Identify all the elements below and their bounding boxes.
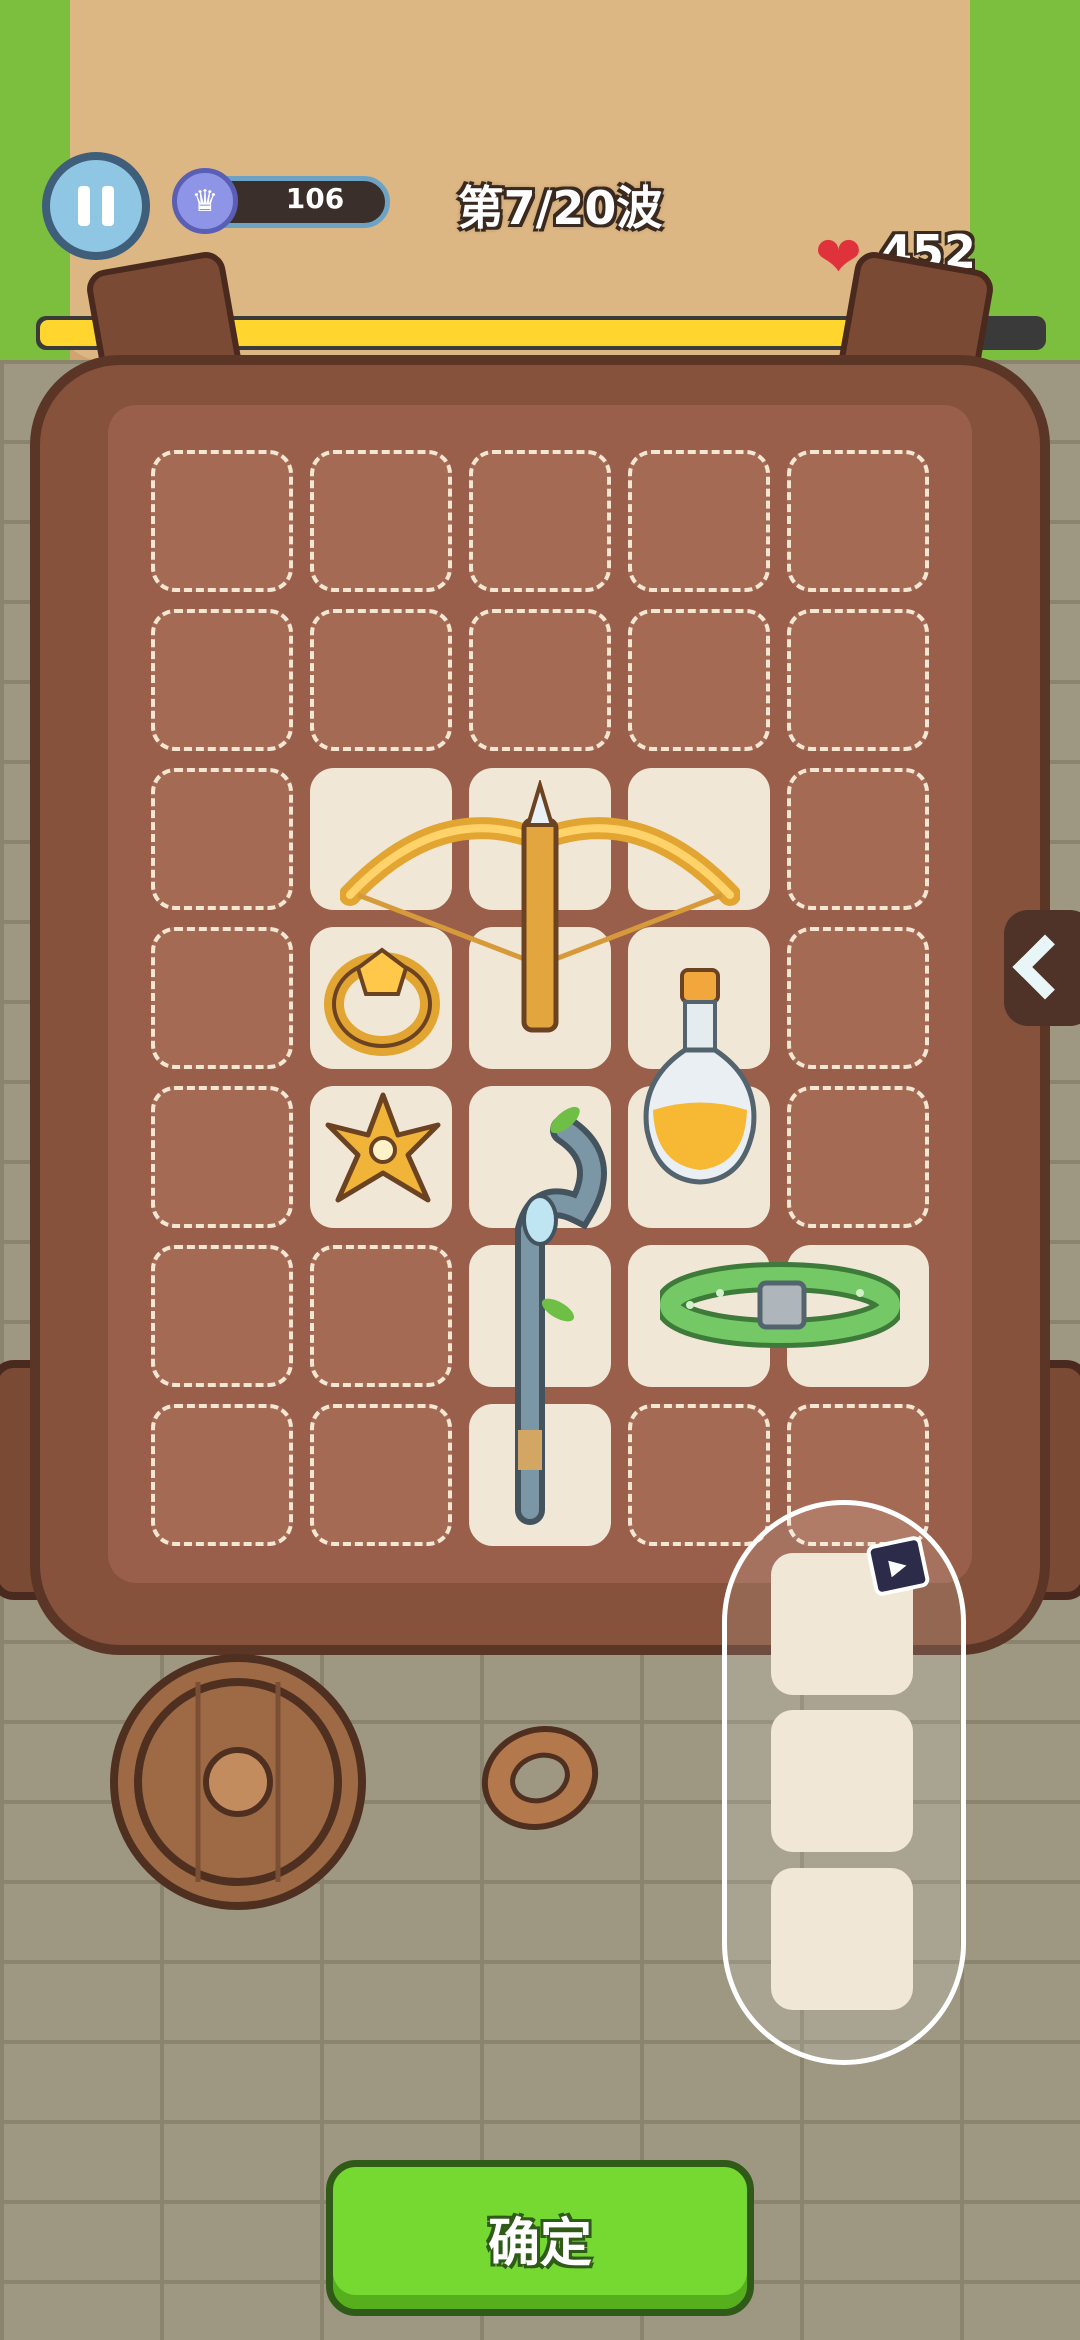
backpack-cell[interactable] [151, 609, 293, 751]
backpack-cell[interactable] [310, 1404, 452, 1546]
backpack-cell[interactable] [787, 927, 929, 1069]
backpack-cell[interactable] [628, 609, 770, 751]
collar-icon[interactable] [660, 1255, 900, 1355]
backpack-cell[interactable] [310, 1245, 452, 1387]
pause-button[interactable] [42, 152, 150, 260]
backpack-cell[interactable] [787, 768, 929, 910]
shuriken-icon[interactable] [318, 1085, 448, 1215]
backpack-cell[interactable] [151, 450, 293, 592]
backpack-cell[interactable] [151, 1404, 293, 1546]
backpack-cell[interactable] [787, 450, 929, 592]
backpack-cell[interactable] [628, 1404, 770, 1546]
wave-counter: 第7/20波 [457, 181, 663, 235]
backpack-cell[interactable] [310, 609, 452, 751]
pause-icon-bar [102, 186, 114, 226]
backpack-cell[interactable] [151, 1086, 293, 1228]
backpack-cell[interactable] [628, 450, 770, 592]
bracelet-icon[interactable] [478, 1722, 602, 1834]
chevron-left-icon [1012, 934, 1078, 1000]
crown-gem-icon: ♛ [172, 168, 238, 234]
currency-value: 106 [285, 182, 345, 215]
backpack-cell[interactable] [310, 450, 452, 592]
backpack-cell[interactable] [151, 1245, 293, 1387]
pause-icon [78, 186, 90, 226]
round-shield-icon[interactable] [108, 1652, 368, 1912]
side-panel-toggle[interactable] [1004, 910, 1080, 1026]
potion-icon[interactable] [635, 960, 765, 1200]
backpack-cell[interactable] [469, 609, 611, 751]
storage-slot[interactable] [771, 1868, 913, 2010]
backpack-cell[interactable] [151, 927, 293, 1069]
confirm-button[interactable]: 确定 [326, 2160, 754, 2316]
backpack-cell[interactable] [787, 609, 929, 751]
backpack-cell[interactable] [787, 1086, 929, 1228]
storage-slot[interactable] [771, 1710, 913, 1852]
backpack-cell[interactable] [469, 450, 611, 592]
staff-icon[interactable] [470, 1090, 620, 1530]
backpack-cell[interactable] [151, 768, 293, 910]
ring-icon[interactable] [322, 940, 442, 1060]
